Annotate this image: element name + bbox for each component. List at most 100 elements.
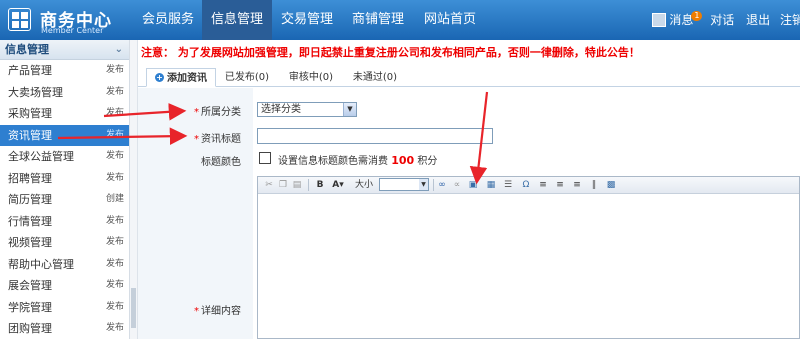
chevron-down-icon[interactable]: ⌄ — [115, 40, 123, 60]
sidebar-item-action-link[interactable]: 发布 — [106, 103, 124, 125]
bold-icon[interactable]: B — [314, 179, 326, 191]
splitter-grip[interactable] — [131, 288, 136, 328]
nav-info-management[interactable]: 信息管理 — [202, 0, 272, 40]
sidebar-item-label: 视频管理 — [8, 236, 52, 249]
paste-icon[interactable]: ▤ — [291, 179, 303, 191]
font-size-label: 大小 — [354, 180, 373, 190]
font-color-icon[interactable]: A▾ — [330, 179, 346, 191]
tab-bar: + 添加资讯 已发布(0) 审核中(0) 未通过(0) — [138, 65, 800, 87]
required-marker: * — [194, 107, 199, 118]
sidebar-item-action-link[interactable]: 发布 — [106, 146, 124, 168]
logo-icon — [8, 8, 31, 31]
sidebar-item-action-link[interactable]: 发布 — [106, 125, 124, 147]
nav-site-home[interactable]: 网站首页 — [414, 0, 486, 40]
sidebar-item-label: 招聘管理 — [8, 171, 52, 185]
sidebar-item[interactable]: 采购管理 发布 — [0, 103, 129, 125]
sidebar-item-label: 学院管理 — [8, 300, 52, 314]
title-input[interactable] — [257, 128, 493, 144]
title-color-picker[interactable] — [259, 152, 271, 164]
special-char-icon[interactable]: Ω — [520, 179, 532, 191]
sidebar-item-action-link[interactable]: 发布 — [106, 168, 124, 190]
table-icon[interactable]: ▦ — [485, 179, 497, 191]
brand-logo[interactable]: 商务中心 Member Center — [0, 0, 134, 40]
tab-published[interactable]: 已发布(0) — [222, 68, 272, 87]
sidebar-item-action-link[interactable]: 发布 — [106, 211, 124, 233]
toolbar-separator — [433, 179, 434, 191]
top-bar: 商务中心 Member Center 会员服务 信息管理 交易管理 商铺管理 网… — [0, 0, 800, 40]
sidebar-item[interactable]: 全球公益管理 发布 — [0, 146, 129, 168]
notice-banner: 注意： 为了发展网站加强管理，即日起禁止重复注册公司和发布相同产品，否则一律删除… — [141, 46, 640, 59]
sidebar-item-label: 帮助中心管理 — [8, 257, 74, 271]
tab-label: 添加资讯 — [167, 73, 207, 84]
sidebar-item-label: 简历管理 — [8, 193, 52, 206]
nav-shop-management[interactable]: 商铺管理 — [342, 0, 414, 40]
sidebar-item-action-link[interactable]: 发布 — [106, 60, 124, 82]
sidebar-item-action-link[interactable]: 发布 — [106, 318, 124, 339]
category-label: * 所属分类 — [194, 107, 241, 118]
link-icon[interactable]: ∞ — [436, 179, 448, 191]
sidebar-item-action-link[interactable]: 创建 — [106, 189, 124, 211]
avatar-icon[interactable] — [651, 12, 666, 27]
align-center-icon[interactable]: ≡ — [554, 179, 566, 191]
chevron-down-icon[interactable]: ▼ — [419, 179, 428, 190]
nav-member-service[interactable]: 会员服务 — [134, 0, 202, 40]
sidebar-item-action-link[interactable]: 发布 — [106, 254, 124, 276]
unlink-icon[interactable]: ∝ — [451, 179, 463, 191]
sidebar-item[interactable]: 行情管理 发布 — [0, 211, 129, 233]
font-size-select[interactable]: ▼ — [379, 178, 429, 191]
image-icon[interactable]: ▣ — [467, 179, 479, 191]
logout-link[interactable]: 退出 — [746, 13, 770, 27]
tab-under-review[interactable]: 审核中(0) — [286, 68, 336, 87]
sidebar-item[interactable]: 招聘管理 发布 — [0, 168, 129, 190]
sidebar-item-label: 行情管理 — [8, 214, 52, 228]
sidebar-item-label: 采购管理 — [8, 107, 52, 120]
add-news-form: * 所属分类 * 资讯标题 标题颜色 * 详细内容 选择分类 ▼ 设置信息标题颜色需消… — [138, 88, 800, 339]
category-select[interactable]: 选择分类 ▼ — [257, 102, 357, 117]
sidebar-item[interactable]: 简历管理 创建 — [0, 189, 129, 211]
form-label-column: * 所属分类 * 资讯标题 标题颜色 * 详细内容 — [138, 88, 253, 339]
sidebar-item[interactable]: 学院管理 发布 — [0, 297, 129, 319]
header-tools: 消息1 对话 退出 注销 — [651, 0, 800, 40]
sidebar-item[interactable]: 帮助中心管理 发布 — [0, 254, 129, 276]
toolbar-separator — [308, 179, 309, 191]
required-marker: * — [194, 134, 199, 145]
sidebar-item-action-link[interactable]: 发布 — [106, 232, 124, 254]
sidebar-item[interactable]: 团购管理 发布 — [0, 318, 129, 339]
tab-rejected[interactable]: 未通过(0) — [350, 68, 400, 87]
sidebar-item-label: 团购管理 — [8, 322, 52, 335]
source-code-icon[interactable]: ▩ — [605, 179, 617, 191]
sidebar-item[interactable]: 资讯管理 发布 — [0, 124, 129, 147]
content-label: * 详细内容 — [194, 306, 241, 317]
sidebar-item-label: 全球公益管理 — [8, 150, 74, 163]
chevron-down-icon[interactable]: ▼ — [343, 103, 356, 116]
signout-link[interactable]: 注销 — [780, 13, 800, 27]
sidebar-item-action-link[interactable]: 发布 — [106, 297, 124, 319]
sidebar-item[interactable]: 视频管理 发布 — [0, 232, 129, 254]
align-left-icon[interactable]: ≡ — [537, 179, 549, 191]
sidebar-header[interactable]: 信息管理 ⌄ — [0, 40, 129, 60]
sidebar-item[interactable]: 产品管理 发布 — [0, 60, 129, 82]
main-content: 注意： 为了发展网站加强管理，即日起禁止重复注册公司和发布相同产品，否则一律删除… — [138, 40, 800, 339]
sidebar-item[interactable]: 展会管理 发布 — [0, 275, 129, 297]
chat-link[interactable]: 对话 — [710, 13, 734, 27]
sidebar-item-action-link[interactable]: 发布 — [106, 275, 124, 297]
title-label: * 资讯标题 — [194, 134, 241, 145]
sidebar-item[interactable]: 大卖场管理 发布 — [0, 82, 129, 104]
messages-link[interactable]: 消息 — [669, 13, 693, 27]
sidebar-item-label: 大卖场管理 — [8, 85, 63, 99]
nav-trade-management[interactable]: 交易管理 — [272, 0, 342, 40]
tab-add-news[interactable]: + 添加资讯 — [146, 68, 216, 87]
attachment-icon[interactable]: ‖ — [588, 179, 600, 191]
copy-icon[interactable]: ❐ — [277, 179, 289, 191]
horizontal-rule-icon[interactable]: ☰ — [502, 179, 514, 191]
editor-toolbar: ✂ ❐ ▤ B A▾ 大小 ▼ ∞ ∝ ▣ ▦ ☰ Ω ≡ ≡ ≡ ‖ ▩ — [258, 177, 799, 194]
align-right-icon[interactable]: ≡ — [571, 179, 583, 191]
rich-text-editor[interactable]: ✂ ❐ ▤ B A▾ 大小 ▼ ∞ ∝ ▣ ▦ ☰ Ω ≡ ≡ ≡ ‖ ▩ — [257, 176, 800, 339]
cut-icon[interactable]: ✂ — [263, 179, 275, 191]
title-color-note: 设置信息标题颜色需消费 100 积分 — [278, 154, 438, 167]
sidebar-item-label: 产品管理 — [8, 64, 52, 77]
points-cost: 100 — [391, 154, 415, 167]
sidebar-item-action-link[interactable]: 发布 — [106, 82, 124, 104]
sidebar-splitter[interactable] — [130, 40, 138, 339]
message-count-badge: 1 — [691, 11, 703, 21]
